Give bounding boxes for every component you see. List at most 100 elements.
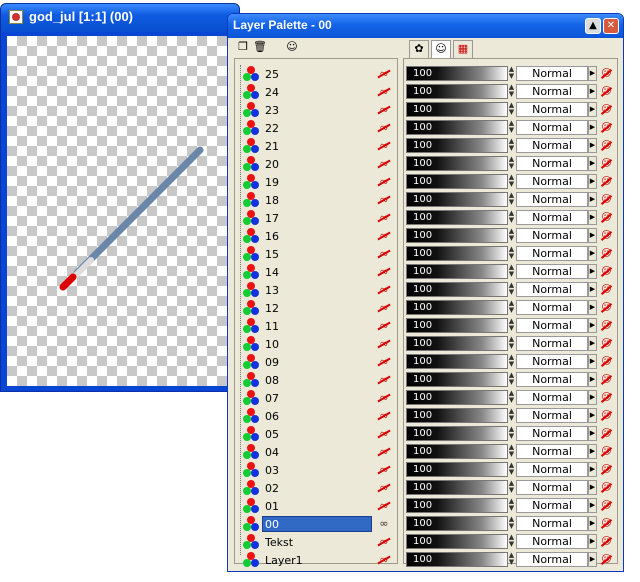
layer-name[interactable]: 18 [262, 192, 372, 208]
blend-mode-arrow-icon[interactable]: ▶ [588, 174, 597, 189]
layer-row[interactable]: 24 ∞ [235, 83, 397, 101]
layer-row[interactable]: 05 ∞ [235, 425, 397, 443]
blend-mode-arrow-icon[interactable]: ▶ [588, 372, 597, 387]
layer-lock-icon[interactable]: ☺ [600, 229, 613, 242]
layer-lock-icon[interactable]: ☺ [600, 301, 613, 314]
layer-name[interactable]: 05 [262, 426, 372, 442]
layer-eye-toggle-icon[interactable]: ∞ [376, 176, 392, 188]
layer-row[interactable]: 12 ∞ [235, 299, 397, 317]
layer-opacity-slider[interactable]: 100 [406, 102, 508, 117]
layer-opacity-slider[interactable]: 100 [406, 498, 508, 513]
opacity-spin-icon[interactable]: ▲ ▼ [508, 390, 515, 405]
image-window-titlebar[interactable]: god_jul [1:1] (00) [1, 4, 239, 32]
layer-lock-icon[interactable]: ☺ [600, 139, 613, 152]
blend-mode-select[interactable]: Normal [516, 192, 588, 207]
visibility-tab-icon[interactable]: ✿ [409, 40, 429, 58]
mask-tab-icon[interactable]: ☺ [431, 40, 451, 58]
layer-visibility-icon[interactable] [243, 552, 259, 568]
layer-name[interactable]: 17 [262, 210, 372, 226]
opacity-spin-icon[interactable]: ▲ ▼ [508, 426, 515, 441]
layer-eye-toggle-icon[interactable]: ∞ [376, 212, 392, 224]
blend-mode-select[interactable]: Normal [516, 426, 588, 441]
delete-layer-icon[interactable]: 🗑 [253, 40, 267, 54]
layer-lock-icon[interactable]: ☺ [600, 85, 613, 98]
layer-row[interactable]: 06 ∞ [235, 407, 397, 425]
layer-opacity-slider[interactable]: 100 [406, 210, 508, 225]
layer-properties-list[interactable]: 100 ▲ ▼ Normal ▶ ☺ 100 ▲ ▼ Normal ▶ ☺ 100 ▲ ▼ Normal ▶ ☺ 1… [403, 58, 618, 567]
blend-mode-arrow-icon[interactable]: ▶ [588, 84, 597, 99]
blend-mode-arrow-icon[interactable]: ▶ [588, 228, 597, 243]
blend-mode-select[interactable]: Normal [516, 66, 588, 81]
blend-mode-arrow-icon[interactable]: ▶ [588, 102, 597, 117]
opacity-spin-icon[interactable]: ▲ ▼ [508, 372, 515, 387]
layer-visibility-icon[interactable] [243, 138, 259, 154]
layer-eye-toggle-icon[interactable]: ∞ [376, 500, 392, 512]
layer-row[interactable]: 23 ∞ [235, 101, 397, 119]
layer-opacity-slider[interactable]: 100 [406, 372, 508, 387]
opacity-spin-icon[interactable]: ▲ ▼ [508, 84, 515, 99]
new-layer-icon[interactable]: ❐ [236, 40, 250, 54]
layer-name[interactable]: 10 [262, 336, 372, 352]
layer-lock-icon[interactable]: ☺ [600, 265, 613, 278]
layer-lock-icon[interactable]: ☺ [600, 481, 613, 494]
opacity-spin-icon[interactable]: ▲ ▼ [508, 300, 515, 315]
layer-eye-toggle-icon[interactable]: ∞ [376, 140, 392, 152]
layer-name[interactable]: 08 [262, 372, 372, 388]
opacity-spin-icon[interactable]: ▲ ▼ [508, 282, 515, 297]
layer-row[interactable]: 10 ∞ [235, 335, 397, 353]
blend-mode-arrow-icon[interactable]: ▶ [588, 498, 597, 513]
layer-lock-icon[interactable]: ☺ [600, 427, 613, 440]
layer-eye-toggle-icon[interactable]: ∞ [376, 122, 392, 134]
layer-row[interactable]: Layer1 ∞ [235, 551, 397, 569]
blend-mode-select[interactable]: Normal [516, 552, 588, 567]
layer-visibility-icon[interactable] [243, 444, 259, 460]
layer-opacity-slider[interactable]: 100 [406, 228, 508, 243]
layer-eye-toggle-icon[interactable]: ∞ [376, 320, 392, 332]
layer-name[interactable]: 25 [262, 66, 372, 82]
layer-eye-toggle-icon[interactable]: ∞ [376, 392, 392, 404]
opacity-spin-icon[interactable]: ▲ ▼ [508, 102, 515, 117]
blend-mode-arrow-icon[interactable]: ▶ [588, 390, 597, 405]
blend-mode-select[interactable]: Normal [516, 228, 588, 243]
layer-visibility-icon[interactable] [243, 210, 259, 226]
layer-name[interactable]: Tekst [262, 534, 372, 550]
layer-lock-icon[interactable]: ☺ [600, 121, 613, 134]
layer-lock-icon[interactable]: ☺ [600, 247, 613, 260]
opacity-spin-icon[interactable]: ▲ ▼ [508, 174, 515, 189]
layer-opacity-slider[interactable]: 100 [406, 480, 508, 495]
layer-lock-icon[interactable]: ☺ [600, 445, 613, 458]
layer-eye-toggle-icon[interactable]: ∞ [376, 266, 392, 278]
layer-opacity-slider[interactable]: 100 [406, 282, 508, 297]
layer-eye-toggle-icon[interactable]: ∞ [376, 230, 392, 242]
opacity-spin-icon[interactable]: ▲ ▼ [508, 66, 515, 81]
layer-lock-icon[interactable]: ☺ [600, 535, 613, 548]
layer-lock-icon[interactable]: ☺ [600, 499, 613, 512]
opacity-spin-icon[interactable]: ▲ ▼ [508, 138, 515, 153]
layer-lock-icon[interactable]: ☺ [600, 355, 613, 368]
layer-eye-toggle-icon[interactable]: ∞ [376, 482, 392, 494]
blend-mode-select[interactable]: Normal [516, 444, 588, 459]
blend-mode-select[interactable]: Normal [516, 246, 588, 261]
layer-eye-toggle-icon[interactable]: ∞ [376, 194, 392, 206]
opacity-spin-icon[interactable]: ▲ ▼ [508, 210, 515, 225]
blend-mode-select[interactable]: Normal [516, 516, 588, 531]
layer-name[interactable]: 06 [262, 408, 372, 424]
blend-mode-arrow-icon[interactable]: ▶ [588, 120, 597, 135]
blend-mode-arrow-icon[interactable]: ▶ [588, 552, 597, 567]
mask-icon[interactable]: ☺ [285, 40, 299, 54]
blend-mode-select[interactable]: Normal [516, 156, 588, 171]
layer-row[interactable]: 00 ∞ [235, 515, 397, 533]
layer-opacity-slider[interactable]: 100 [406, 66, 508, 81]
blend-mode-select[interactable]: Normal [516, 354, 588, 369]
layer-lock-icon[interactable]: ☺ [600, 175, 613, 188]
layer-eye-toggle-icon[interactable]: ∞ [376, 68, 392, 80]
layer-row[interactable]: 01 ∞ [235, 497, 397, 515]
layer-eye-toggle-icon[interactable]: ∞ [376, 374, 392, 386]
layer-row[interactable]: 16 ∞ [235, 227, 397, 245]
layer-visibility-icon[interactable] [243, 84, 259, 100]
layer-opacity-slider[interactable]: 100 [406, 246, 508, 261]
blend-mode-select[interactable]: Normal [516, 264, 588, 279]
layer-row[interactable]: 13 ∞ [235, 281, 397, 299]
layer-eye-toggle-icon[interactable]: ∞ [376, 302, 392, 314]
opacity-spin-icon[interactable]: ▲ ▼ [508, 552, 515, 567]
